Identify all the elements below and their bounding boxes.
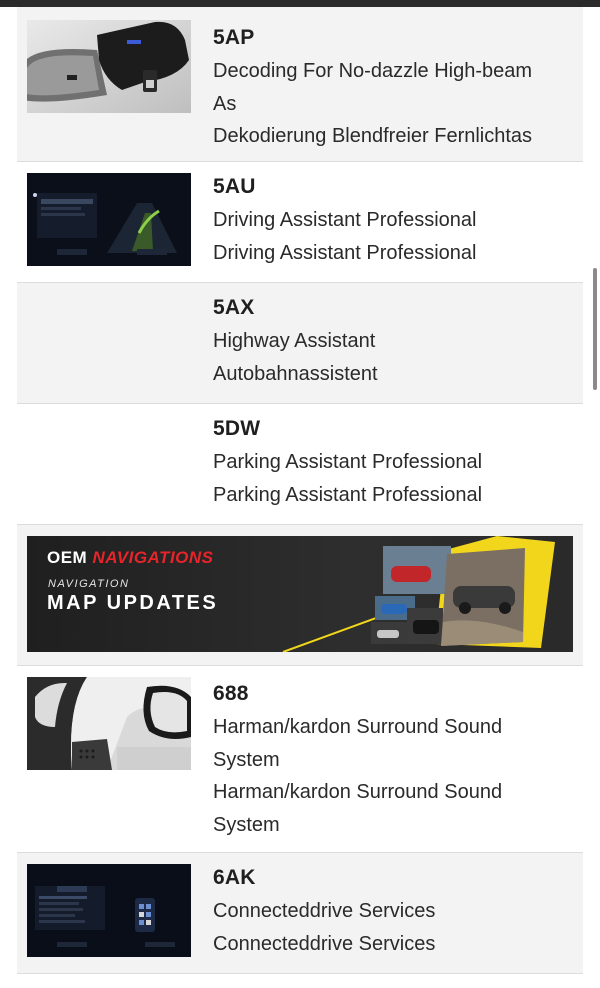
- option-description-line: Harman/kardon Surround Sound: [213, 781, 503, 804]
- status-bar-edge: [0, 0, 600, 7]
- banner-title: MAP UPDATES: [47, 592, 219, 614]
- option-description-line: Driving Assistant Professional: [213, 241, 477, 264]
- option-description-line: Harman/kardon Surround Sound: [213, 716, 503, 738]
- list-item-6ak[interactable]: 6AK Connecteddrive Services Connecteddri…: [17, 853, 583, 974]
- option-description-line: Dekodierung Blendfreier Fernlichtas: [213, 125, 533, 148]
- list-item-5dw[interactable]: 5DW Parking Assistant Professional Parki…: [17, 404, 583, 525]
- option-code: 5AU: [213, 175, 256, 198]
- scrollbar-thumb[interactable]: [593, 268, 597, 390]
- option-description-line: Decoding For No-dazzle High-beam: [213, 60, 533, 82]
- option-description-line: Connecteddrive Services: [213, 900, 436, 922]
- option-code: 5AP: [213, 26, 255, 49]
- option-list: 5AP Decoding For No-dazzle High-beam As …: [17, 7, 583, 974]
- option-code: 5AX: [213, 296, 255, 319]
- option-description-line: Parking Assistant Professional: [213, 451, 483, 473]
- option-description-line: Parking Assistant Professional: [213, 483, 483, 506]
- thumbnail-driving-assistant-screen: [27, 173, 191, 266]
- list-item-688[interactable]: 688 Harman/kardon Surround Sound System …: [17, 666, 583, 853]
- option-description-line: System: [213, 748, 280, 771]
- thumbnail-mirror-camera: [27, 20, 191, 113]
- option-description-line: Connecteddrive Services: [213, 932, 436, 955]
- banner-brand: OEM NAVIGATIONS: [47, 548, 214, 567]
- option-description-line: System: [213, 814, 280, 837]
- map-updates-banner[interactable]: OEM NAVIGATIONS NAVIGATION MAP UPDATES: [27, 536, 573, 652]
- list-item-5au[interactable]: 5AU Driving Assistant Professional Drivi…: [17, 162, 583, 283]
- list-item-5ax[interactable]: 5AX Highway Assistant Autobahnassistent: [17, 283, 583, 404]
- option-code: 6AK: [213, 866, 256, 889]
- list-item-5ap[interactable]: 5AP Decoding For No-dazzle High-beam As …: [17, 7, 583, 162]
- option-code: 5DW: [213, 417, 261, 440]
- thumbnail-door-mirror: [27, 677, 191, 770]
- thumbnail-connecteddrive-screen: [27, 864, 191, 957]
- banner-subtitle: NAVIGATION: [48, 578, 130, 590]
- option-description-line: Autobahnassistent: [213, 362, 378, 385]
- option-description-line: As: [213, 92, 237, 115]
- option-description-line: Driving Assistant Professional: [213, 209, 477, 231]
- option-description-line: Highway Assistant: [213, 330, 376, 352]
- ad-banner-row: OEM NAVIGATIONS NAVIGATION MAP UPDATES: [17, 525, 583, 666]
- option-code: 688: [213, 682, 249, 705]
